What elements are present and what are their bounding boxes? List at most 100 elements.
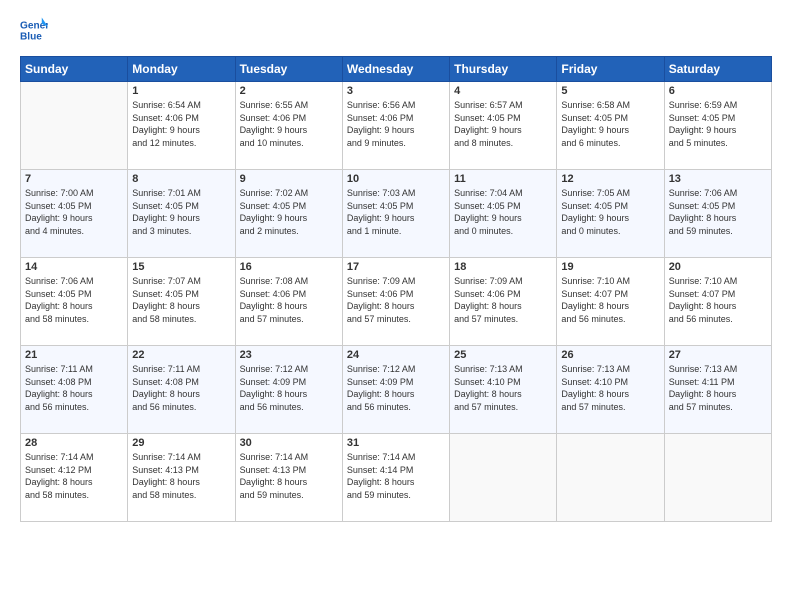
day-info: Sunrise: 6:55 AM Sunset: 4:06 PM Dayligh…: [240, 99, 338, 149]
day-info: Sunrise: 7:13 AM Sunset: 4:11 PM Dayligh…: [669, 363, 767, 413]
day-info: Sunrise: 7:05 AM Sunset: 4:05 PM Dayligh…: [561, 187, 659, 237]
calendar-cell: 13Sunrise: 7:06 AM Sunset: 4:05 PM Dayli…: [664, 170, 771, 258]
day-info: Sunrise: 6:57 AM Sunset: 4:05 PM Dayligh…: [454, 99, 552, 149]
calendar-cell: 8 Sunrise: 7:01 AM Sunset: 4:05 PM Daylig…: [128, 170, 235, 258]
calendar-cell: 31Sunrise: 7:14 AM Sunset: 4:14 PM Dayli…: [342, 434, 449, 522]
day-info: Sunrise: 7:11 AM Sunset: 4:08 PM Dayligh…: [25, 363, 123, 413]
day-number: 18: [454, 261, 552, 273]
calendar-cell: 27 Sunrise: 7:13 AM Sunset: 4:11 PM Dayli…: [664, 346, 771, 434]
calendar-week-4: 21 Sunrise: 7:11 AM Sunset: 4:08 PM Dayli…: [21, 346, 772, 434]
day-info: Sunrise: 6:58 AM Sunset: 4:05 PM Dayligh…: [561, 99, 659, 149]
day-number: 15: [132, 261, 230, 273]
day-number: 28: [25, 437, 123, 449]
calendar-cell: 17 Sunrise: 7:09 AM Sunset: 4:06 PM Dayli…: [342, 258, 449, 346]
day-number: 26: [561, 349, 659, 361]
calendar-cell: 5 Sunrise: 6:58 AM Sunset: 4:05 PM Daylig…: [557, 82, 664, 170]
day-info: Sunrise: 7:01 AM Sunset: 4:05 PM Dayligh…: [132, 187, 230, 237]
calendar-cell: 3Sunrise: 6:56 AM Sunset: 4:06 PM Daylig…: [342, 82, 449, 170]
calendar-cell: 18 Sunrise: 7:09 AM Sunset: 4:06 PM Dayli…: [450, 258, 557, 346]
header: General Blue: [20, 16, 772, 44]
calendar-cell: [664, 434, 771, 522]
calendar-cell: [557, 434, 664, 522]
calendar-cell: 1Sunrise: 6:54 AM Sunset: 4:06 PM Daylig…: [128, 82, 235, 170]
header-tuesday: Tuesday: [235, 57, 342, 82]
day-info: Sunrise: 7:12 AM Sunset: 4:09 PM Dayligh…: [240, 363, 338, 413]
day-info: Sunrise: 7:04 AM Sunset: 4:05 PM Dayligh…: [454, 187, 552, 237]
day-number: 21: [25, 349, 123, 361]
page-container: General Blue SundayMondayTuesdayWednesda…: [0, 0, 792, 532]
day-number: 25: [454, 349, 552, 361]
calendar-cell: 28Sunrise: 7:14 AM Sunset: 4:12 PM Dayli…: [21, 434, 128, 522]
calendar-cell: 6 Sunrise: 6:59 AM Sunset: 4:05 PM Daylig…: [664, 82, 771, 170]
day-number: 6: [669, 85, 767, 97]
day-info: Sunrise: 7:13 AM Sunset: 4:10 PM Dayligh…: [454, 363, 552, 413]
day-number: 24: [347, 349, 445, 361]
day-number: 27: [669, 349, 767, 361]
calendar-week-2: 7Sunrise: 7:00 AM Sunset: 4:05 PM Daylig…: [21, 170, 772, 258]
day-info: Sunrise: 7:06 AM Sunset: 4:05 PM Dayligh…: [25, 275, 123, 325]
header-friday: Friday: [557, 57, 664, 82]
header-saturday: Saturday: [664, 57, 771, 82]
calendar-cell: 11 Sunrise: 7:04 AM Sunset: 4:05 PM Dayli…: [450, 170, 557, 258]
svg-text:Blue: Blue: [20, 31, 42, 42]
logo: General Blue: [20, 16, 52, 44]
header-thursday: Thursday: [450, 57, 557, 82]
day-number: 22: [132, 349, 230, 361]
day-info: Sunrise: 7:14 AM Sunset: 4:13 PM Dayligh…: [240, 451, 338, 501]
day-info: Sunrise: 7:06 AM Sunset: 4:05 PM Dayligh…: [669, 187, 767, 237]
day-number: 11: [454, 173, 552, 185]
day-info: Sunrise: 7:03 AM Sunset: 4:05 PM Dayligh…: [347, 187, 445, 237]
calendar-cell: 26Sunrise: 7:13 AM Sunset: 4:10 PM Dayli…: [557, 346, 664, 434]
day-number: 10: [347, 173, 445, 185]
calendar-cell: 22 Sunrise: 7:11 AM Sunset: 4:08 PM Dayli…: [128, 346, 235, 434]
calendar-cell: 2 Sunrise: 6:55 AM Sunset: 4:06 PM Daylig…: [235, 82, 342, 170]
day-number: 4: [454, 85, 552, 97]
calendar-cell: 19 Sunrise: 7:10 AM Sunset: 4:07 PM Dayli…: [557, 258, 664, 346]
day-info: Sunrise: 7:10 AM Sunset: 4:07 PM Dayligh…: [669, 275, 767, 325]
header-sunday: Sunday: [21, 57, 128, 82]
header-wednesday: Wednesday: [342, 57, 449, 82]
calendar-cell: 16 Sunrise: 7:08 AM Sunset: 4:06 PM Dayli…: [235, 258, 342, 346]
day-number: 23: [240, 349, 338, 361]
day-info: Sunrise: 6:59 AM Sunset: 4:05 PM Dayligh…: [669, 99, 767, 149]
header-monday: Monday: [128, 57, 235, 82]
day-number: 2: [240, 85, 338, 97]
day-info: Sunrise: 7:10 AM Sunset: 4:07 PM Dayligh…: [561, 275, 659, 325]
calendar-cell: 9 Sunrise: 7:02 AM Sunset: 4:05 PM Daylig…: [235, 170, 342, 258]
day-number: 5: [561, 85, 659, 97]
day-info: Sunrise: 7:11 AM Sunset: 4:08 PM Dayligh…: [132, 363, 230, 413]
calendar-cell: 23 Sunrise: 7:12 AM Sunset: 4:09 PM Dayli…: [235, 346, 342, 434]
day-number: 19: [561, 261, 659, 273]
day-number: 20: [669, 261, 767, 273]
calendar-week-1: 1Sunrise: 6:54 AM Sunset: 4:06 PM Daylig…: [21, 82, 772, 170]
day-info: Sunrise: 7:14 AM Sunset: 4:13 PM Dayligh…: [132, 451, 230, 501]
day-info: Sunrise: 7:12 AM Sunset: 4:09 PM Dayligh…: [347, 363, 445, 413]
calendar-cell: 7Sunrise: 7:00 AM Sunset: 4:05 PM Daylig…: [21, 170, 128, 258]
calendar-cell: 21 Sunrise: 7:11 AM Sunset: 4:08 PM Dayli…: [21, 346, 128, 434]
calendar-cell: 30 Sunrise: 7:14 AM Sunset: 4:13 PM Dayli…: [235, 434, 342, 522]
calendar-week-3: 14 Sunrise: 7:06 AM Sunset: 4:05 PM Dayli…: [21, 258, 772, 346]
day-info: Sunrise: 6:54 AM Sunset: 4:06 PM Dayligh…: [132, 99, 230, 149]
calendar-cell: 10 Sunrise: 7:03 AM Sunset: 4:05 PM Dayli…: [342, 170, 449, 258]
day-number: 3: [347, 85, 445, 97]
day-info: Sunrise: 7:08 AM Sunset: 4:06 PM Dayligh…: [240, 275, 338, 325]
day-info: Sunrise: 7:02 AM Sunset: 4:05 PM Dayligh…: [240, 187, 338, 237]
day-number: 9: [240, 173, 338, 185]
day-info: Sunrise: 7:00 AM Sunset: 4:05 PM Dayligh…: [25, 187, 123, 237]
logo-icon: General Blue: [20, 16, 48, 44]
day-number: 17: [347, 261, 445, 273]
day-number: 8: [132, 173, 230, 185]
calendar-cell: 4 Sunrise: 6:57 AM Sunset: 4:05 PM Daylig…: [450, 82, 557, 170]
day-number: 14: [25, 261, 123, 273]
calendar-cell: 24 Sunrise: 7:12 AM Sunset: 4:09 PM Dayli…: [342, 346, 449, 434]
day-number: 12: [561, 173, 659, 185]
calendar-cell: [450, 434, 557, 522]
calendar-cell: 15Sunrise: 7:07 AM Sunset: 4:05 PM Dayli…: [128, 258, 235, 346]
day-info: Sunrise: 7:09 AM Sunset: 4:06 PM Dayligh…: [347, 275, 445, 325]
calendar-cell: 12 Sunrise: 7:05 AM Sunset: 4:05 PM Dayli…: [557, 170, 664, 258]
day-number: 16: [240, 261, 338, 273]
day-info: Sunrise: 7:09 AM Sunset: 4:06 PM Dayligh…: [454, 275, 552, 325]
calendar-cell: 25 Sunrise: 7:13 AM Sunset: 4:10 PM Dayli…: [450, 346, 557, 434]
day-number: 30: [240, 437, 338, 449]
calendar-table: SundayMondayTuesdayWednesdayThursdayFrid…: [20, 56, 772, 522]
